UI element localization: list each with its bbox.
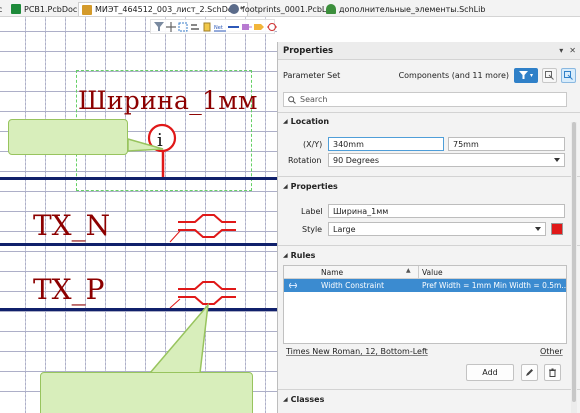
rules-table: Name ▲ Value Width Constraint Pref Width… xyxy=(283,265,567,344)
zoom-mode-button[interactable] xyxy=(561,67,576,83)
style-select[interactable]: Large xyxy=(328,222,546,236)
sort-up-icon[interactable]: ▲ xyxy=(406,267,411,274)
xy-label: (X/Y) xyxy=(303,140,323,149)
properties-panel: Properties ▾ ✕ Parameter Set Components … xyxy=(277,42,580,413)
parameter-set-row: Parameter Set Components (and 11 more) ▾ xyxy=(278,60,580,90)
panel-close-icon[interactable]: ✕ xyxy=(569,46,576,55)
diff-pair-symbol-n xyxy=(169,214,236,243)
parameter-set-label: Parameter Set xyxy=(283,70,341,80)
pcb-lib-icon xyxy=(229,4,239,14)
collapse-icon: ◢ xyxy=(283,183,288,190)
rotation-label: Rotation xyxy=(288,156,322,165)
col-name[interactable]: Name xyxy=(321,268,343,277)
y-value: 75mm xyxy=(453,139,479,149)
select-mode-icon xyxy=(545,70,554,80)
rule-value: Pref Width = 1mm Min Width = 0.5m... xyxy=(422,281,566,290)
search-placeholder: Search xyxy=(300,95,328,104)
edit-rule-button[interactable] xyxy=(521,364,538,381)
tab-pcb1[interactable]: oc xyxy=(0,2,2,16)
schematic-canvas[interactable]: Net A Ширина_1мм TX_N TX_P i xyxy=(0,17,277,413)
section-rules-title: Rules xyxy=(290,251,316,260)
divider xyxy=(278,389,580,390)
panel-menu-icon[interactable]: ▾ xyxy=(559,46,563,55)
tab-schlib-label: дополнительные_элементы.SchLib xyxy=(339,4,486,14)
select-mode-button[interactable] xyxy=(542,67,557,83)
section-rules[interactable]: ◢ Rules xyxy=(283,251,315,260)
section-location[interactable]: ◢ Location xyxy=(283,117,329,126)
section-properties[interactable]: ◢ Properties xyxy=(283,182,338,191)
filter-icon xyxy=(518,71,528,79)
sch-doc-icon xyxy=(82,4,92,15)
section-location-title: Location xyxy=(290,117,330,126)
label-field-label: Label xyxy=(301,207,323,216)
rule-name: Width Constraint xyxy=(321,281,385,290)
style-color-swatch[interactable] xyxy=(551,223,563,235)
style-label: Style xyxy=(302,225,323,234)
collapse-icon: ◢ xyxy=(283,396,288,403)
col-value[interactable]: Value xyxy=(422,268,443,277)
other-link[interactable]: Other xyxy=(540,347,563,356)
font-info-link[interactable]: Times New Roman, 12, Bottom-Left xyxy=(286,347,428,356)
delete-rule-button[interactable] xyxy=(544,364,561,381)
rules-table-header: Name ▲ Value xyxy=(284,266,566,279)
canvas-graphics: i xyxy=(127,123,236,374)
callout-bottom-pointer xyxy=(148,302,210,374)
zoom-mode-icon xyxy=(564,70,573,80)
tab-schlib[interactable]: дополнительные_элементы.SchLib xyxy=(326,2,485,16)
panel-title: Properties xyxy=(283,45,334,56)
pcb-doc-icon xyxy=(11,4,21,14)
scrollbar-thumb[interactable] xyxy=(572,122,576,402)
document-tab-bar: oc PCB1.PcbDoc МИЭТ_464512_003_лист_2.Sc… xyxy=(0,0,580,17)
filter-dropdown-icon: ▾ xyxy=(529,71,533,79)
y-field[interactable]: 75mm xyxy=(448,137,565,151)
pencil-icon xyxy=(526,369,533,376)
section-classes-title: Classes xyxy=(290,395,325,404)
x-field[interactable]: 340mm xyxy=(328,137,444,151)
annotation-callout-bottom xyxy=(40,372,253,413)
rotation-select[interactable]: 90 Degrees xyxy=(328,153,565,167)
add-rule-button[interactable]: Add xyxy=(466,364,514,381)
label-input-value: Ширина_1мм xyxy=(333,206,389,216)
style-value: Large xyxy=(333,224,356,234)
x-value: 340mm xyxy=(333,139,364,149)
rule-icon xyxy=(288,282,298,291)
tab-pcblib-label: footprints_0001.PcbLib xyxy=(242,4,334,14)
section-properties-title: Properties xyxy=(290,182,338,191)
search-input[interactable]: Search xyxy=(283,92,567,107)
section-classes[interactable]: ◢ Classes xyxy=(283,395,324,404)
annotation-callout-top xyxy=(8,119,128,155)
trash-icon xyxy=(549,368,556,377)
chevron-down-icon xyxy=(554,158,560,162)
tab-pcblib[interactable]: footprints_0001.PcbLib xyxy=(229,2,334,16)
diff-pair-symbol-p xyxy=(169,281,236,309)
parameter-set-marker: i xyxy=(147,123,177,177)
divider xyxy=(278,112,580,113)
label-input[interactable]: Ширина_1мм xyxy=(328,204,565,218)
divider xyxy=(278,245,580,246)
table-row[interactable]: Width Constraint Pref Width = 1mm Min Wi… xyxy=(284,279,566,292)
collapse-icon: ◢ xyxy=(283,252,288,259)
tab-pcb1-label: oc xyxy=(0,4,3,14)
tab-schdoc-label: МИЭТ_464512_003_лист_2.SchDoc * xyxy=(95,5,244,14)
tab-pcb-doc-label: PCB1.PcbDoc xyxy=(24,4,78,14)
filter-button[interactable]: ▾ xyxy=(514,67,538,83)
rotation-value: 90 Degrees xyxy=(333,155,380,165)
chevron-down-icon xyxy=(535,227,541,231)
panel-scrollbar[interactable] xyxy=(571,122,577,413)
collapse-icon: ◢ xyxy=(283,118,288,125)
sch-lib-icon xyxy=(326,4,336,14)
column-separator xyxy=(418,266,419,279)
tab-schdoc[interactable]: МИЭТ_464512_003_лист_2.SchDoc * xyxy=(78,2,248,16)
panel-header: Properties ▾ ✕ xyxy=(278,42,580,60)
tab-pcb-doc[interactable]: PCB1.PcbDoc xyxy=(11,2,77,16)
parameter-set-value: Components (and 11 more) xyxy=(398,70,509,80)
add-rule-label: Add xyxy=(482,368,498,377)
divider xyxy=(278,176,580,177)
search-icon xyxy=(288,95,296,104)
